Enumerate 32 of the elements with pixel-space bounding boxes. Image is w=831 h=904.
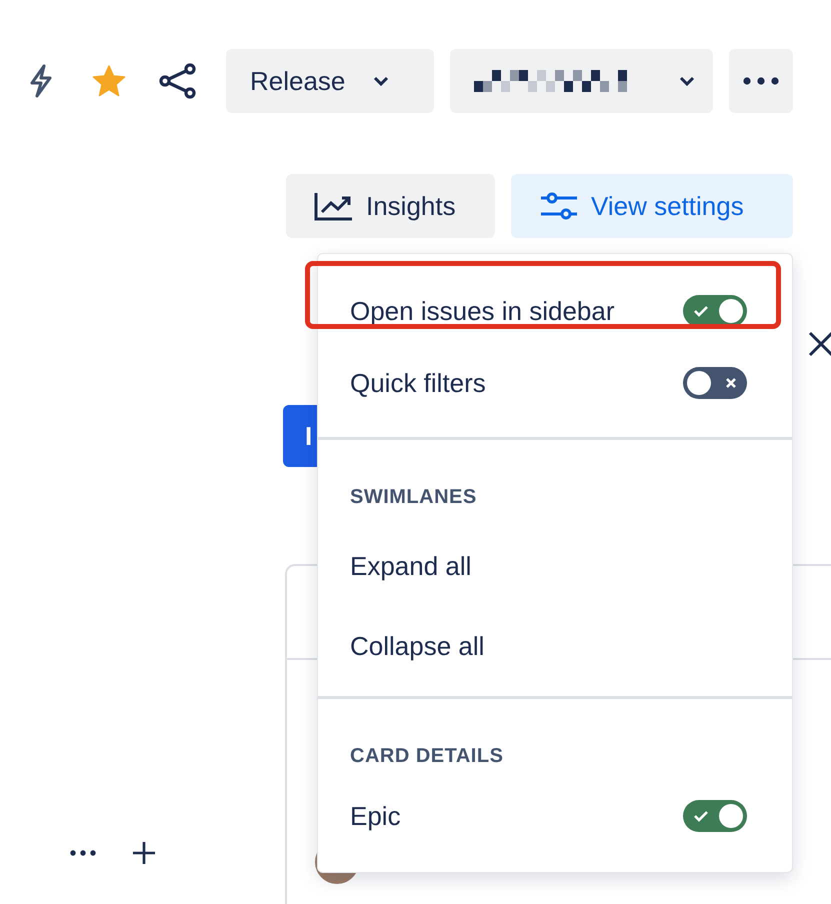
menu-item[interactable]: Collapse all <box>318 606 792 686</box>
toggle-switch[interactable] <box>683 295 747 327</box>
more-button[interactable] <box>729 49 793 113</box>
menu-item[interactable]: Expand all <box>318 526 792 606</box>
toggle-label: Quick filters <box>350 370 486 396</box>
toggle-switch[interactable] <box>683 800 747 832</box>
menu-toggle-row[interactable]: Open issues in sidebar <box>318 275 792 347</box>
more-icon[interactable] <box>70 849 96 857</box>
more-icon <box>743 77 779 85</box>
check-icon <box>693 305 709 317</box>
menu-toggle-row[interactable]: Epic <box>318 780 792 852</box>
cross-icon <box>725 377 737 389</box>
chevron-down-icon <box>373 76 390 86</box>
section-heading: CARD DETAILS <box>349 744 504 769</box>
toggle-switch[interactable] <box>683 367 747 399</box>
release-dropdown[interactable]: Release <box>226 49 434 113</box>
toggle-label: Open issues in sidebar <box>350 298 614 324</box>
sliders-icon <box>539 191 579 221</box>
check-icon <box>693 810 709 822</box>
view-settings-button[interactable]: View settings <box>511 174 793 238</box>
add-icon[interactable] <box>132 841 156 865</box>
star-icon[interactable] <box>92 65 126 97</box>
share-icon[interactable] <box>159 63 197 99</box>
toggle-label: Epic <box>350 803 401 829</box>
lightning-icon[interactable] <box>28 64 54 98</box>
blurred-dropdown[interactable] <box>450 49 713 113</box>
menu-toggle-row[interactable]: Quick filters <box>318 347 792 419</box>
chevron-down-icon <box>679 76 695 86</box>
insights-button[interactable]: Insights <box>286 174 495 238</box>
close-icon[interactable] <box>808 331 831 357</box>
chart-icon <box>314 191 354 221</box>
section-heading: SWIMLANES <box>349 485 478 510</box>
